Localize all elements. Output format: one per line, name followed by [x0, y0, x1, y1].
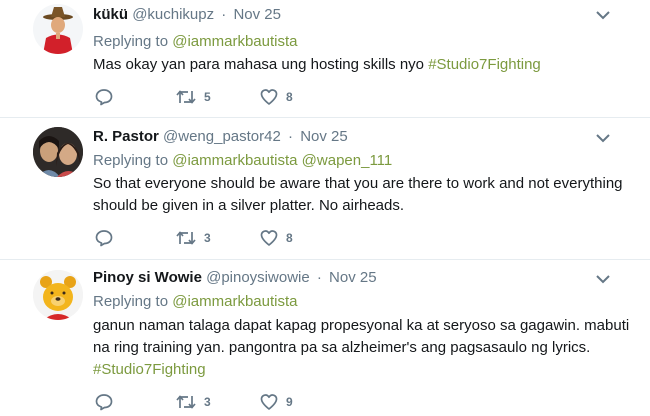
hashtag-link[interactable]: #Studio7Fighting — [93, 359, 638, 381]
hashtag-link[interactable]: #Studio7Fighting — [428, 56, 541, 73]
couple-photo-avatar[interactable] — [33, 127, 83, 177]
timestamp[interactable]: Nov 25 — [329, 269, 377, 286]
like-count: 9 — [286, 395, 293, 409]
display-name[interactable]: Pinoy si Wowie — [93, 269, 202, 286]
chevron-down-icon[interactable] — [596, 274, 610, 284]
user-handle[interactable]: @pinoysiwowie — [206, 269, 310, 286]
retweet-button[interactable]: 3 — [176, 228, 211, 248]
chevron-down-icon[interactable] — [596, 10, 610, 20]
tweet-body: Mas okay yan para mahasa ung hosting ski… — [93, 56, 429, 73]
retweet-count: 3 — [204, 231, 211, 245]
retweet-icon — [176, 231, 196, 245]
tweet-text-line: na ring training yan. pangontra pa sa al… — [93, 339, 591, 356]
heart-icon — [260, 230, 278, 246]
retweet-icon — [176, 395, 196, 409]
reply-icon — [95, 394, 113, 411]
replying-to-label: Replying to — [93, 293, 169, 310]
like-count: 8 — [286, 231, 293, 245]
user-handle[interactable]: @kuchikupz — [132, 6, 214, 23]
display-name[interactable]: kükü — [93, 6, 128, 23]
like-button[interactable]: 9 — [260, 392, 293, 412]
separator-dot: · — [221, 6, 227, 23]
mention-link[interactable]: @iammarkbautista — [172, 33, 297, 50]
retweet-count: 5 — [204, 90, 211, 104]
replying-to-label: Replying to — [93, 152, 169, 169]
reply-button[interactable] — [95, 228, 113, 248]
replying-to: Replying to @iammarkbautista — [93, 32, 298, 52]
tweet-text: So that everyone should be aware that yo… — [93, 175, 623, 214]
mountie-hat-man-avatar[interactable] — [33, 4, 83, 54]
like-button[interactable]: 8 — [260, 87, 293, 107]
like-button[interactable]: 8 — [260, 228, 293, 248]
separator-dot: · — [316, 269, 322, 286]
retweet-icon — [176, 90, 196, 104]
chevron-down-icon[interactable] — [596, 133, 610, 143]
reply-icon — [95, 89, 113, 106]
reply-icon — [95, 230, 113, 247]
tweet-3[interactable]: Pinoy si Wowie @pinoysiwowie · Nov 25 Re… — [0, 260, 650, 416]
heart-icon — [260, 89, 278, 105]
tweet-text-line: ganun naman talaga dapat kapag propesyon… — [93, 317, 630, 334]
replying-to: Replying to @iammarkbautista — [93, 292, 298, 312]
retweet-count: 3 — [204, 395, 211, 409]
display-name[interactable]: R. Pastor — [93, 128, 159, 145]
mention-link[interactable]: @iammarkbautista — [172, 152, 297, 169]
timestamp[interactable]: Nov 25 — [233, 6, 281, 23]
reply-button[interactable] — [95, 392, 113, 412]
retweet-button[interactable]: 5 — [176, 87, 211, 107]
reply-button[interactable] — [95, 87, 113, 107]
retweet-button[interactable]: 3 — [176, 392, 211, 412]
tweet-1[interactable]: kükü @kuchikupz · Nov 25 Replying to @ia… — [0, 0, 650, 118]
like-count: 8 — [286, 90, 293, 104]
heart-icon — [260, 394, 278, 410]
replying-to-label: Replying to — [93, 33, 169, 50]
tweet-text: Mas okay yan para mahasa ung hosting ski… — [93, 54, 633, 76]
separator-dot: · — [288, 128, 294, 145]
timestamp[interactable]: Nov 25 — [300, 128, 348, 145]
tweet-text: ganun naman talaga dapat kapag propesyon… — [93, 315, 638, 381]
user-handle[interactable]: @weng_pastor42 — [163, 128, 281, 145]
tweet-2[interactable]: R. Pastor @weng_pastor42 · Nov 25 Replyi… — [0, 118, 650, 260]
mention-link[interactable]: @iammarkbautista — [172, 293, 297, 310]
winnie-the-pooh-avatar[interactable] — [33, 270, 83, 320]
replying-to: Replying to @iammarkbautista @wapen_111 — [93, 151, 392, 171]
mention-link[interactable]: @wapen_111 — [302, 152, 393, 169]
